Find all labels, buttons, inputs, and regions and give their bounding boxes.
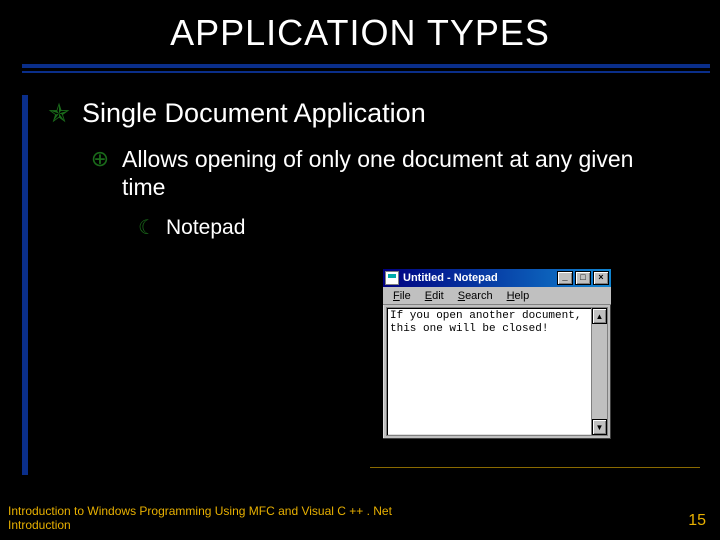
notepad-window: Untitled - Notepad _ □ × File Edit Searc… <box>382 268 612 440</box>
scrollbar-vertical[interactable]: ▲ ▼ <box>591 308 607 435</box>
window-controls: _ □ × <box>557 271 609 285</box>
menu-edit[interactable]: Edit <box>419 289 450 303</box>
bullet-level3-text: Notepad <box>166 215 245 241</box>
close-button[interactable]: × <box>593 271 609 285</box>
minimize-button[interactable]: _ <box>557 271 573 285</box>
bullet-level1: ✯ Single Document Application <box>48 97 720 129</box>
page-number: 15 <box>688 512 706 530</box>
star-icon: ✯ <box>48 97 70 129</box>
footer-divider <box>370 467 700 468</box>
bullet-level2-text: Allows opening of only one document at a… <box>122 145 642 201</box>
notepad-menubar: File Edit Search Help <box>383 287 611 305</box>
scroll-up-icon[interactable]: ▲ <box>592 308 607 324</box>
footer-line1: Introduction to Windows Programming Usin… <box>8 504 392 518</box>
notepad-client: If you open another document, this one w… <box>386 307 608 436</box>
menu-help[interactable]: Help <box>501 289 536 303</box>
slide: APPLICATION TYPES ✯ Single Document Appl… <box>0 0 720 540</box>
maximize-button[interactable]: □ <box>575 271 591 285</box>
content-area: ✯ Single Document Application ⊕ Allows o… <box>22 95 720 475</box>
footer-line2: Introduction <box>8 518 392 532</box>
crescent-icon: ☾ <box>138 215 156 241</box>
notepad-title: Untitled - Notepad <box>403 272 557 284</box>
notepad-textarea[interactable]: If you open another document, this one w… <box>387 308 591 435</box>
bullet-level2: ⊕ Allows opening of only one document at… <box>90 145 720 201</box>
scroll-down-icon[interactable]: ▼ <box>592 419 607 435</box>
title-divider <box>22 64 710 73</box>
footer: Introduction to Windows Programming Usin… <box>8 504 392 532</box>
notepad-app-icon <box>385 271 399 285</box>
menu-search[interactable]: Search <box>452 289 499 303</box>
bullet-level1-text: Single Document Application <box>82 97 426 129</box>
slide-title: APPLICATION TYPES <box>0 0 720 64</box>
circle-plus-icon: ⊕ <box>90 145 110 173</box>
notepad-titlebar[interactable]: Untitled - Notepad _ □ × <box>383 269 611 287</box>
bullet-level3: ☾ Notepad <box>138 215 720 241</box>
menu-file[interactable]: File <box>387 289 417 303</box>
